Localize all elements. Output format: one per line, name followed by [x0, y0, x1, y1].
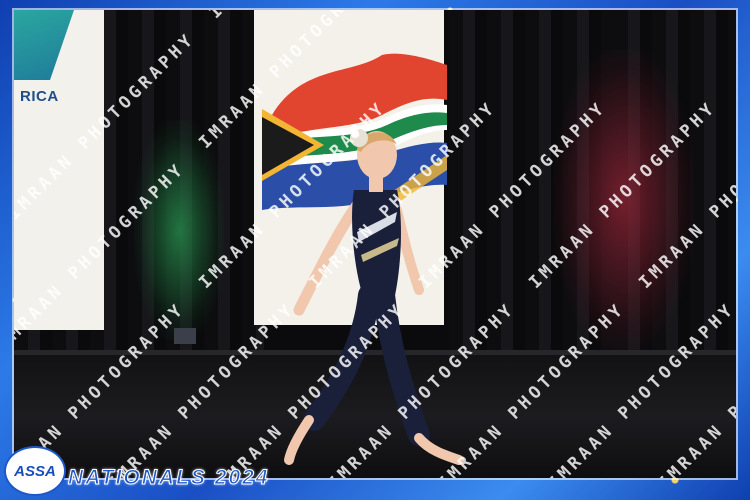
assa-logo: ASSA	[4, 446, 66, 496]
green-stage-light	[134, 120, 224, 340]
banner-left-text: RICA	[20, 88, 59, 105]
banner-left: RICA	[14, 10, 104, 330]
photo-frame: RICA IMRAAN PHOTOGRAPHY IMRAAN PHOTOGRAP…	[0, 0, 750, 500]
logo-text: ASSA	[14, 462, 56, 480]
red-stage-light	[554, 50, 694, 350]
stage-photo: RICA IMRAAN PHOTOGRAPHY IMRAAN PHOTOGRAP…	[14, 10, 736, 478]
banner-logo-shape	[14, 10, 74, 80]
floor-monitor	[174, 328, 196, 344]
event-title: NATIONALS 2024	[68, 466, 270, 490]
gymnast-figure	[284, 129, 464, 465]
